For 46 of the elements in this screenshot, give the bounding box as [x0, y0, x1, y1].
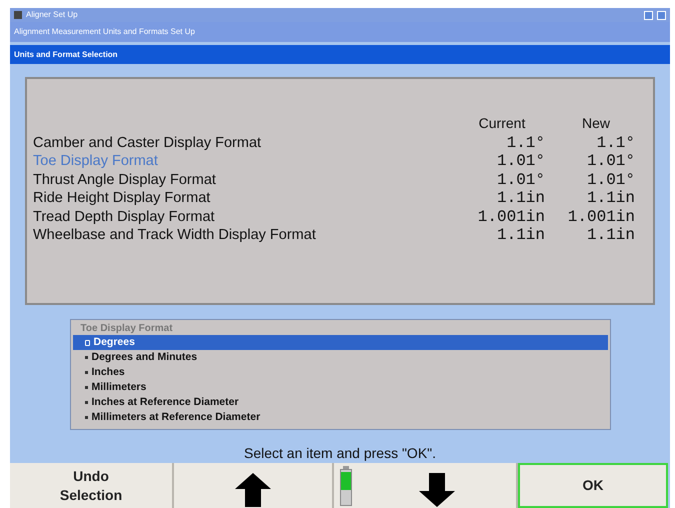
format-value: 1.1in	[496, 190, 546, 208]
bullet-icon	[84, 401, 88, 404]
ok-button[interactable]: OK	[518, 463, 668, 508]
format-label[interactable]: Tread Depth Display Format	[33, 208, 453, 226]
format-value: 1.1°	[596, 134, 636, 152]
status-message: Select an item and press "OK".	[244, 445, 436, 462]
section-title: Units and Format Selection	[14, 48, 118, 60]
format-label[interactable]: Thrust Angle Display Format	[33, 172, 453, 189]
bullet-icon	[84, 356, 88, 359]
option-item[interactable]: Degrees and Minutes	[72, 350, 608, 365]
format-value: 1.001in	[476, 208, 546, 226]
format-value: 1.01°	[496, 172, 546, 189]
maximize-icon[interactable]	[657, 10, 666, 20]
option-item[interactable]: Degrees	[72, 335, 608, 350]
bullet-icon	[84, 386, 88, 389]
format-value: 1.1in	[586, 190, 636, 208]
option-item[interactable]: Inches at Reference Diameter	[72, 395, 608, 410]
battery-indicator-icon	[340, 466, 352, 506]
format-value: 1.1in	[586, 227, 636, 244]
minimize-icon[interactable]	[644, 10, 653, 20]
format-value: 1.01°	[496, 153, 546, 170]
window-title: Aligner Set Up	[26, 9, 78, 21]
format-value: 1.1in	[496, 227, 546, 244]
format-value: 1.001in	[566, 208, 636, 226]
option-item[interactable]: Millimeters	[72, 380, 608, 395]
bullet-icon	[84, 371, 88, 374]
app-icon	[14, 11, 22, 19]
down-arrow-icon	[419, 473, 455, 507]
subtitle: Alignment Measurement Units and Formats Set Up	[14, 26, 195, 38]
option-item[interactable]: Millimeters at Reference Diameter	[72, 410, 608, 425]
column-header: New	[580, 114, 611, 133]
option-item[interactable]: Inches	[72, 365, 608, 380]
format-value: 1.1°	[506, 134, 546, 152]
up-arrow-icon	[235, 473, 271, 507]
format-label[interactable]: Wheelbase and Track Width Display Format	[33, 227, 453, 244]
undo-button[interactable]: Undo Selection	[10, 463, 174, 508]
bullet-icon	[84, 416, 88, 419]
format-label[interactable]: Ride Height Display Format	[33, 190, 453, 208]
format-value: 1.01°	[586, 153, 636, 170]
scroll-down-button[interactable]	[358, 463, 518, 508]
scroll-up-button[interactable]	[174, 463, 334, 508]
format-label[interactable]: Camber and Caster Display Format	[33, 134, 453, 152]
list-title: Toe Display Format	[80, 322, 174, 335]
column-header: Current	[478, 114, 526, 133]
radio-icon	[84, 340, 90, 346]
format-value: 1.01°	[586, 172, 636, 189]
